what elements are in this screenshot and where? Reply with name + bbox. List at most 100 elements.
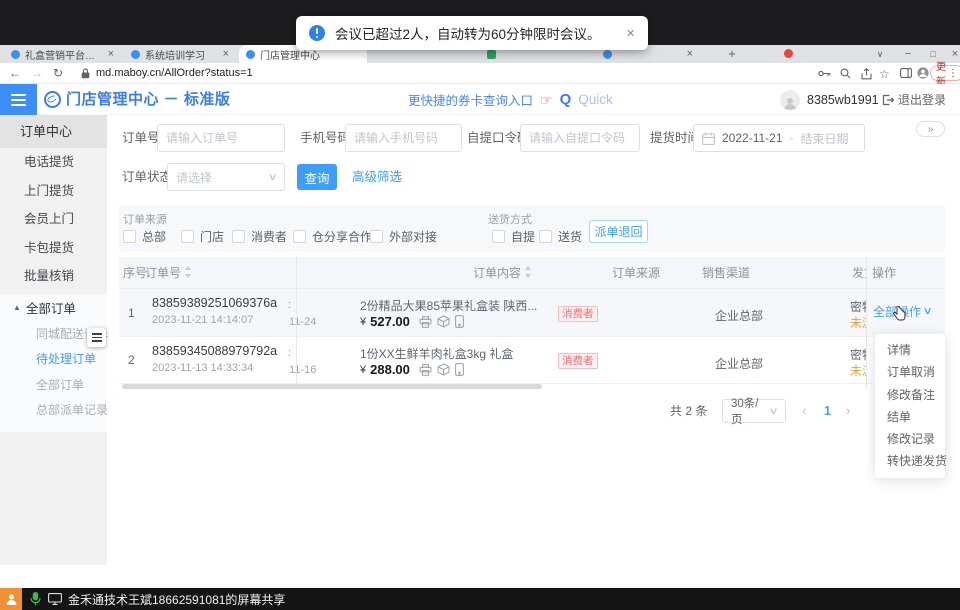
tab-close-icon[interactable]: ×: [108, 48, 114, 60]
order-no-input[interactable]: [157, 124, 285, 152]
row-price-line: ¥ 288.00: [360, 362, 464, 377]
row-ship-info-clipped: 密特: [850, 298, 867, 315]
sidebar-item-door-pickup[interactable]: 上门提货: [0, 177, 107, 206]
quick-entry-link[interactable]: 更快捷的券卡查询入口: [408, 90, 533, 109]
profile-avatar-icon[interactable]: [917, 67, 929, 79]
advanced-filter-link[interactable]: 高级筛选: [352, 164, 402, 190]
url-text[interactable]: md.maboy.cn/AllOrder?status=1: [96, 63, 253, 84]
checkbox-icon[interactable]: [293, 230, 306, 243]
quick-search-icon[interactable]: Q: [560, 91, 572, 108]
checkbox-icon[interactable]: [492, 230, 505, 243]
menu-item-convert-express[interactable]: 转快递发货: [875, 450, 945, 472]
dispatch-return-button[interactable]: 派单退回: [589, 220, 648, 243]
order-status-label: 订单状态: [122, 163, 172, 191]
pointing-finger-icon: ☞: [540, 93, 553, 107]
row-clipped-time: :: [288, 299, 291, 311]
reload-icon[interactable]: ↻: [53, 63, 63, 84]
order-status-select[interactable]: 请选择 ∨: [167, 163, 285, 191]
checkbox-store[interactable]: 门店: [181, 228, 224, 245]
pickup-code-input[interactable]: [520, 124, 640, 152]
bookmark-star-icon[interactable]: ☆: [879, 64, 890, 85]
sidebar-toggle-button[interactable]: [0, 84, 37, 115]
sidebar-drag-handle-icon[interactable]: [87, 328, 106, 347]
printer-icon[interactable]: [419, 364, 432, 376]
side-panel-icon[interactable]: [900, 68, 912, 78]
sidebar-item-cardpack-pickup[interactable]: 卡包提货: [0, 234, 107, 263]
sidebar-item-member-visit[interactable]: 会员上门: [0, 205, 107, 234]
chevron-down-icon: ∨: [267, 172, 277, 183]
phone-icon[interactable]: [455, 363, 464, 376]
sort-icon[interactable]: [185, 266, 192, 278]
checkbox-label: 自提: [511, 228, 535, 245]
checkbox-icon[interactable]: [181, 230, 194, 243]
select-placeholder: 请选择: [176, 169, 212, 186]
phone-icon[interactable]: [455, 315, 464, 328]
quick-word[interactable]: Quick: [578, 92, 613, 107]
sort-icon[interactable]: [525, 266, 532, 278]
row-ship-info-clipped: 密特: [850, 346, 867, 363]
participant-icon[interactable]: [0, 588, 22, 610]
browser-update-button[interactable]: 更新 ⋮: [930, 65, 960, 81]
more-menu-icon[interactable]: ⋮: [948, 68, 958, 79]
tab-close-icon[interactable]: ×: [223, 48, 229, 60]
checkbox-external[interactable]: 外部对接: [370, 228, 437, 245]
logout-icon: [882, 94, 894, 106]
logout-button[interactable]: 退出登录: [882, 84, 946, 115]
tab-title: 系统培训学习: [145, 47, 205, 62]
col-header-content[interactable]: 订单内容: [473, 257, 532, 289]
phone-input[interactable]: [345, 124, 462, 152]
tab-search-icon[interactable]: ∨: [872, 45, 888, 63]
microphone-icon[interactable]: [30, 592, 41, 606]
col-header-order-no[interactable]: 订单号: [145, 257, 192, 289]
new-tab-button[interactable]: +: [724, 45, 740, 63]
collapse-filters-button[interactable]: »: [916, 121, 945, 137]
browser-tab-1[interactable]: 礼盒营销平台管理中心 ×: [4, 45, 121, 63]
sidebar-sub-pending-orders[interactable]: 待处理订单: [0, 347, 107, 373]
sidebar-group-header[interactable]: ▲ 全部订单: [0, 294, 107, 322]
share-icon[interactable]: [861, 68, 872, 80]
menu-item-edit-history[interactable]: 修改记录: [875, 428, 945, 450]
checkbox-consumer[interactable]: 消费者: [232, 228, 287, 245]
zoom-icon[interactable]: [840, 68, 851, 79]
browser-tab-2[interactable]: 系统培训学习 ×: [124, 45, 236, 63]
next-page-button[interactable]: ›: [846, 399, 850, 423]
tab-close-icon[interactable]: ×: [687, 48, 693, 60]
package-icon[interactable]: [437, 315, 450, 328]
date-range-picker[interactable]: 2022-11-21 - 结束日期: [693, 124, 865, 152]
forward-icon[interactable]: →: [31, 63, 43, 84]
checkbox-warehouse-share[interactable]: 仓分享合作: [293, 228, 372, 245]
menu-item-close-order[interactable]: 结单: [875, 406, 945, 428]
checkbox-delivery[interactable]: 送货: [539, 228, 582, 245]
prev-page-button[interactable]: ‹: [802, 399, 806, 423]
checkbox-label: 送货: [558, 228, 582, 245]
page-size-select[interactable]: 30条/页 ∨: [722, 399, 786, 423]
sidebar-sub-hq-dispatch-log[interactable]: 总部派单记录: [0, 398, 107, 424]
sidebar-item-phone-pickup[interactable]: 电话提货: [0, 148, 107, 177]
menu-item-edit-remark[interactable]: 修改备注: [875, 384, 945, 406]
checkbox-icon[interactable]: [539, 230, 552, 243]
search-button[interactable]: 查询: [297, 164, 337, 190]
key-icon[interactable]: [818, 69, 831, 78]
checkbox-self-pickup[interactable]: 自提: [492, 228, 535, 245]
back-icon[interactable]: ←: [9, 63, 21, 84]
page-number-1[interactable]: 1: [824, 399, 831, 423]
checkbox-icon[interactable]: [232, 230, 245, 243]
printer-icon[interactable]: [419, 316, 432, 328]
window-close-button[interactable]: ×: [947, 45, 960, 63]
horizontal-scrollbar[interactable]: [122, 384, 542, 389]
sidebar-sub-all-orders[interactable]: 全部订单: [0, 373, 107, 399]
checkbox-hq[interactable]: 总部: [123, 228, 166, 245]
package-icon[interactable]: [437, 363, 450, 376]
checkbox-icon[interactable]: [123, 230, 136, 243]
toast-close-icon[interactable]: ×: [626, 26, 635, 41]
menu-item-details[interactable]: 详情: [875, 339, 945, 361]
sidebar-item-batch-verify[interactable]: 批量核销: [0, 262, 107, 291]
menu-item-cancel-order[interactable]: 订单取消: [875, 361, 945, 383]
checkbox-icon[interactable]: [370, 230, 383, 243]
date-end-placeholder[interactable]: 结束日期: [801, 130, 849, 147]
delivery-method-group-label: 送货方式: [488, 211, 532, 227]
date-start-value[interactable]: 2022-11-21: [722, 131, 783, 145]
window-minimize-button[interactable]: −: [900, 45, 916, 63]
screen-share-bar: 金禾通技术王斌18662591081的屏幕共享: [0, 588, 960, 610]
row-price: 527.00: [370, 314, 410, 329]
